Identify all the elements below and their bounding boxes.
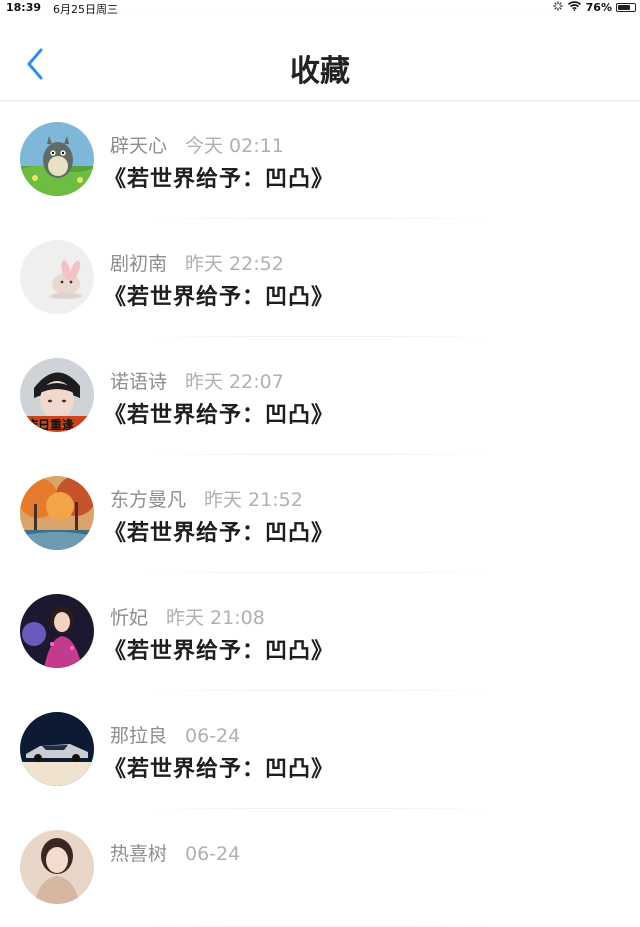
navigation-bar: 收藏 [0,16,640,101]
item-meta: 那拉良 06-24 [110,721,240,748]
timestamp: 06-24 [185,725,241,747]
timestamp: 昨天 22:52 [185,253,284,275]
author-name[interactable]: 那拉良 [110,721,167,748]
avatar[interactable] [20,712,94,786]
battery-icon [616,3,636,12]
item-title[interactable]: 《若世界给予：凹凸》 [104,279,334,311]
avatar[interactable] [20,476,94,550]
author-name[interactable]: 剧初南 [110,249,167,276]
favorites-list: 辟天心 今天 02:11 《若世界给予：凹凸》 剧初南 昨天 22:52 《若世界给予：… [0,101,640,927]
item-title[interactable]: 《若世界给予：凹凸》 [104,515,334,547]
avatar[interactable] [20,122,94,196]
item-meta: 剧初南 昨天 22:52 [110,249,284,276]
status-right: 76% [552,1,612,14]
timestamp: 06-24 [185,843,241,865]
avatar[interactable] [20,830,94,904]
status-date: 6月25日周三 [53,3,119,16]
timestamp: 今天 02:11 [185,135,284,157]
favorite-item[interactable]: 东方曼凡 昨天 21:52 《若世界给予：凹凸》 [0,455,640,573]
item-title[interactable]: 《若世界给予：凹凸》 [104,633,334,665]
favorite-item[interactable]: 忻妃 昨天 21:08 《若世界给予：凹凸》 [0,573,640,691]
item-title[interactable]: 《若世界给予：凹凸》 [104,751,334,783]
favorite-item[interactable]: 剧初南 昨天 22:52 《若世界给予：凹凸》 [0,219,640,337]
avatar[interactable]: 昨日重逢 [20,358,94,432]
wifi-icon [567,1,581,14]
author-name[interactable]: 诺语诗 [110,367,167,394]
timestamp: 昨天 21:08 [166,607,265,629]
author-name[interactable]: 辟天心 [110,131,167,158]
battery-percent: 76% [585,1,612,14]
status-bar: 18:39 6月25日周三 76% [0,0,640,16]
item-title[interactable]: 《若世界给予：凹凸》 [104,397,334,429]
avatar[interactable] [20,240,94,314]
timestamp: 昨天 21:52 [204,489,303,511]
status-time: 18:39 [6,1,42,14]
author-name[interactable]: 忻妃 [110,603,148,630]
favorite-item[interactable]: 昨日重逢 诺语诗 昨天 22:07 《若世界给予：凹凸》 [0,337,640,455]
item-meta: 诺语诗 昨天 22:07 [110,367,284,394]
favorite-item[interactable]: 辟天心 今天 02:11 《若世界给予：凹凸》 [0,101,640,219]
loading-icon [552,1,563,14]
item-meta: 东方曼凡 昨天 21:52 [110,485,303,512]
item-meta: 忻妃 昨天 21:08 [110,603,265,630]
avatar[interactable] [20,594,94,668]
favorite-item[interactable]: 热喜树 06-24 [0,809,640,927]
svg-text:昨日重逢: 昨日重逢 [26,417,74,432]
battery-level [618,5,630,10]
page-title: 收藏 [290,54,350,89]
timestamp: 昨天 22:07 [185,371,284,393]
item-meta: 辟天心 今天 02:11 [110,131,284,158]
favorite-item[interactable]: 那拉良 06-24 《若世界给予：凹凸》 [0,691,640,809]
status-left: 18:39 6月25日周三 [6,1,118,17]
item-title[interactable]: 《若世界给予：凹凸》 [104,161,334,193]
author-name[interactable]: 东方曼凡 [110,485,186,512]
